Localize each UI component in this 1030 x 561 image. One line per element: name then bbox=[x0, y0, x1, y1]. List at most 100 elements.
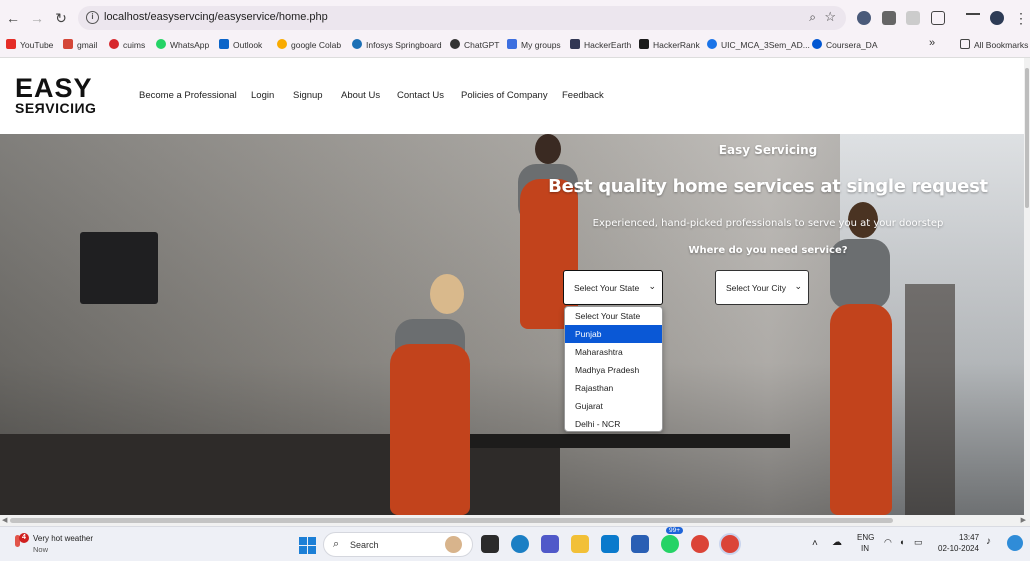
weather-icon[interactable]: 4 bbox=[12, 533, 29, 549]
state-select-value: Select Your State bbox=[574, 283, 640, 293]
browser-toolbar: ← → ↻ i localhost/easyservcing/easyservi… bbox=[0, 0, 1030, 36]
hackerearth-icon bbox=[570, 39, 580, 49]
browser-chrome: ← → ↻ i localhost/easyservcing/easyservi… bbox=[0, 0, 1030, 57]
url-text[interactable]: localhost/easyservcing/easyservice/home.… bbox=[104, 11, 328, 23]
search-icon: ⌕ bbox=[333, 538, 340, 550]
chevron-down-icon: ⌄ bbox=[648, 281, 656, 291]
extensions-puzzle-icon[interactable] bbox=[931, 11, 945, 25]
state-option[interactable]: Select Your State bbox=[565, 307, 662, 325]
file-explorer-icon[interactable] bbox=[571, 535, 589, 553]
bookmark-star-icon[interactable]: ☆ bbox=[824, 9, 836, 25]
chrome-site-icon bbox=[707, 39, 717, 49]
scrollbar-thumb[interactable] bbox=[10, 518, 893, 523]
worker-uniform bbox=[390, 344, 470, 515]
volume-icon[interactable]: ◖ bbox=[899, 537, 904, 547]
chrome-icon[interactable] bbox=[721, 535, 739, 553]
city-select[interactable]: Select Your City ⌄ bbox=[715, 270, 809, 305]
nav-about-us[interactable]: About Us bbox=[341, 90, 380, 101]
state-option[interactable]: Rajasthan bbox=[565, 379, 662, 397]
state-option[interactable]: Delhi - NCR bbox=[565, 415, 662, 431]
state-select[interactable]: Select Your State ⌄ bbox=[563, 270, 663, 305]
all-bookmarks-button[interactable]: All Bookmarks bbox=[960, 39, 1028, 53]
forward-icon[interactable]: → bbox=[28, 9, 46, 27]
menu-kebab-icon[interactable]: ⋮ bbox=[1014, 9, 1028, 27]
chrome-icon[interactable] bbox=[691, 535, 709, 553]
reload-icon[interactable]: ↻ bbox=[52, 9, 70, 27]
onedrive-icon[interactable]: ☁ bbox=[832, 537, 842, 548]
state-option-highlighted[interactable]: Punjab bbox=[565, 325, 662, 343]
language-indicator[interactable]: ENG bbox=[857, 533, 874, 542]
windows-taskbar: 4 Very hot weather Now ⌕ Search 99+ ˄ ☁ … bbox=[0, 526, 1030, 561]
horizontal-scrollbar[interactable]: ◀ ▶ bbox=[0, 515, 1030, 526]
start-tile bbox=[299, 546, 307, 554]
logo-line-1: EASY bbox=[15, 73, 93, 103]
gmail-icon bbox=[63, 39, 73, 49]
back-icon[interactable]: ← bbox=[4, 9, 22, 27]
notification-bell-icon[interactable]: ♪ bbox=[986, 536, 991, 547]
notepad-icon[interactable] bbox=[631, 535, 649, 553]
bookmark-hackerrank[interactable]: HackerRank bbox=[639, 39, 700, 53]
clock-time[interactable]: 13:47 bbox=[959, 533, 979, 542]
nav-become-professional[interactable]: Become a Professional bbox=[139, 90, 237, 101]
bookmark-infosys[interactable]: Infosys Springboard bbox=[352, 39, 442, 53]
copilot-icon[interactable] bbox=[1007, 535, 1023, 551]
logo-line-2: SEЯVICIИG bbox=[15, 100, 97, 116]
bookmark-youtube[interactable]: YouTube bbox=[6, 39, 53, 53]
nav-policies[interactable]: Policies of Company bbox=[461, 90, 548, 101]
nav-feedback[interactable]: Feedback bbox=[562, 90, 604, 101]
whatsapp-badge: 99+ bbox=[666, 527, 684, 534]
vertical-scrollbar[interactable] bbox=[1024, 58, 1030, 515]
state-option[interactable]: Maharashtra bbox=[565, 343, 662, 361]
search-highlight-image bbox=[445, 536, 462, 553]
bookmark-whatsapp[interactable]: WhatsApp bbox=[156, 39, 209, 53]
nav-contact-us[interactable]: Contact Us bbox=[397, 90, 444, 101]
bookmark-uic-mca[interactable]: UIC_MCA_3Sem_AD... bbox=[707, 39, 810, 53]
edge-icon[interactable] bbox=[511, 535, 529, 553]
state-option[interactable]: Madhya Pradesh bbox=[565, 361, 662, 379]
groups-icon bbox=[507, 39, 517, 49]
wifi-icon[interactable]: ◠ bbox=[884, 537, 892, 548]
profile-avatar[interactable] bbox=[990, 11, 1004, 25]
tray-chevron-up-icon[interactable]: ˄ bbox=[812, 538, 818, 549]
bookmark-hackerearth[interactable]: HackerEarth bbox=[570, 39, 631, 53]
windows-start-icon[interactable] bbox=[299, 537, 316, 554]
address-bar[interactable]: i localhost/easyservcing/easyservice/hom… bbox=[78, 6, 846, 30]
site-logo[interactable]: EASY SEЯVICIИG bbox=[15, 73, 97, 116]
bookmark-chatgpt[interactable]: ChatGPT bbox=[450, 39, 499, 53]
bookmark-outlook[interactable]: Outlook bbox=[219, 39, 262, 53]
bookmark-my-groups[interactable]: My groups bbox=[507, 39, 561, 53]
task-view-icon[interactable] bbox=[481, 535, 499, 553]
scroll-left-icon[interactable]: ◀ bbox=[2, 516, 7, 524]
hero-title: Best quality home services at single req… bbox=[548, 176, 988, 197]
whatsapp-icon[interactable] bbox=[661, 535, 679, 553]
weather-badge: 4 bbox=[19, 533, 29, 543]
teams-icon[interactable] bbox=[541, 535, 559, 553]
zoom-icon[interactable]: ⌕ bbox=[809, 10, 816, 25]
reading-list-icon[interactable] bbox=[966, 13, 980, 21]
scrollbar-thumb[interactable] bbox=[1025, 68, 1029, 208]
colab-icon bbox=[277, 39, 287, 49]
extension-icon[interactable] bbox=[857, 11, 871, 25]
bookmark-gmail[interactable]: gmail bbox=[63, 39, 97, 53]
vscode-icon[interactable] bbox=[601, 535, 619, 553]
state-option[interactable]: Gujarat bbox=[565, 397, 662, 415]
clock-date[interactable]: 02-10-2024 bbox=[938, 544, 979, 553]
state-dropdown-list: Select Your State Punjab Maharashtra Mad… bbox=[564, 306, 663, 432]
scroll-right-icon[interactable]: ▶ bbox=[1021, 516, 1026, 524]
bookmark-coursera[interactable]: Coursera_DA bbox=[812, 39, 878, 53]
site-info-icon[interactable]: i bbox=[86, 11, 99, 24]
worker-head bbox=[535, 134, 561, 164]
worker-uniform bbox=[830, 304, 892, 515]
hero-microwave bbox=[80, 232, 158, 304]
extension-icon[interactable] bbox=[906, 11, 920, 25]
extension-icon[interactable] bbox=[882, 11, 896, 25]
bookmark-colab[interactable]: google Colab bbox=[277, 39, 341, 53]
bookmark-cuims[interactable]: cuims bbox=[109, 39, 145, 53]
weather-title[interactable]: Very hot weather bbox=[33, 534, 93, 543]
battery-icon[interactable]: ▭ bbox=[914, 537, 923, 548]
nav-login[interactable]: Login bbox=[251, 90, 274, 101]
more-bookmarks-button[interactable]: » bbox=[929, 37, 935, 51]
taskbar-search[interactable]: ⌕ Search bbox=[323, 532, 473, 557]
city-select-value: Select Your City bbox=[726, 283, 787, 293]
nav-signup[interactable]: Signup bbox=[293, 90, 323, 101]
